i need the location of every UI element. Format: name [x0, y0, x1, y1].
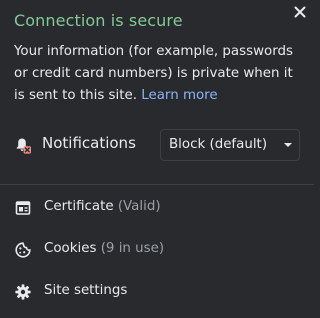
site-info-popup: Connection is secure Your information (f… [0, 0, 314, 318]
security-description: Your information (for example, passwords… [14, 41, 304, 107]
certificate-label: Certificate (Valid) [44, 199, 161, 214]
site-settings-label: Site settings [44, 283, 128, 298]
certificate-icon [15, 201, 31, 215]
cookies-text: Cookies [44, 241, 97, 256]
notifications-setting-select[interactable]: Block (default) [160, 129, 300, 161]
certificate-item[interactable]: Certificate (Valid) [0, 190, 314, 226]
permission-row-notifications: Notifications Block (default) [0, 126, 314, 164]
select-value: Block (default) [169, 137, 268, 152]
cookie-icon [15, 242, 31, 258]
cookies-count: (9 in use) [100, 241, 165, 256]
close-button[interactable] [292, 4, 308, 20]
connection-status-title: Connection is secure [14, 11, 183, 30]
site-settings-item[interactable]: Site settings [0, 274, 314, 310]
cookies-item[interactable]: Cookies (9 in use) [0, 232, 314, 268]
dropdown-arrow-icon [284, 143, 292, 147]
learn-more-link[interactable]: Learn more [141, 88, 217, 103]
permission-label: Notifications [42, 134, 136, 152]
certificate-status: (Valid) [117, 199, 161, 214]
notifications-blocked-icon [16, 138, 31, 154]
close-icon [294, 6, 306, 18]
cookies-label: Cookies (9 in use) [44, 241, 164, 256]
certificate-text: Certificate [44, 199, 114, 214]
divider [0, 184, 314, 185]
gear-icon [15, 284, 31, 300]
